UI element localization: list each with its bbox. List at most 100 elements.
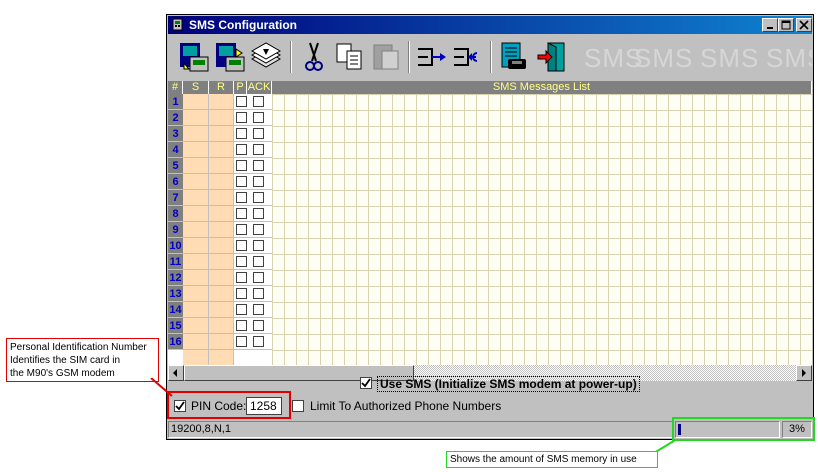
row-ack-checkbox[interactable]	[253, 320, 264, 331]
cut-icon	[305, 42, 323, 71]
checkmark-icon	[361, 378, 371, 388]
row-ack-checkbox[interactable]	[253, 224, 264, 235]
row-ack-checkbox[interactable]	[253, 256, 264, 267]
row-p-checkbox[interactable]	[236, 208, 247, 219]
sms-messages-list-area[interactable]	[272, 94, 812, 365]
toolbar-separator	[408, 41, 410, 73]
use-sms-label[interactable]: Use SMS (Initialize SMS modem at power-u…	[377, 376, 640, 392]
row-number[interactable]: 11	[168, 254, 183, 270]
row-divider	[183, 349, 272, 350]
row-ack-checkbox[interactable]	[253, 288, 264, 299]
maximize-button[interactable]	[778, 18, 794, 32]
header-row-number: #	[168, 81, 183, 94]
row-ack-checkbox[interactable]	[253, 272, 264, 283]
header-s: S	[183, 81, 209, 94]
app-icon	[171, 18, 184, 31]
row-ack-checkbox[interactable]	[253, 160, 264, 171]
row-ack-checkbox[interactable]	[253, 128, 264, 139]
row-p-checkbox[interactable]	[236, 176, 247, 187]
row-number[interactable]: 7	[168, 190, 183, 206]
callout-text: Personal Identification Number	[10, 342, 147, 353]
row-ack-checkbox[interactable]	[253, 96, 264, 107]
title-bar[interactable]: SMS Configuration	[168, 16, 812, 34]
save-to-modem-icon	[216, 43, 245, 72]
delete-row-icon	[454, 48, 478, 66]
row-number[interactable]: 16	[168, 334, 183, 350]
copy-icon	[336, 43, 362, 70]
insert-row-button[interactable]	[414, 39, 450, 75]
row-number[interactable]: 15	[168, 318, 183, 334]
pin-code-highlight	[167, 391, 291, 419]
row-number[interactable]: 13	[168, 286, 183, 302]
row-p-checkbox[interactable]	[236, 240, 247, 251]
minimize-button[interactable]	[762, 18, 778, 32]
watermark-text: SMS	[634, 43, 694, 73]
row-ack-checkbox[interactable]	[253, 112, 264, 123]
stack-icon	[250, 42, 282, 68]
arrow-right-icon	[802, 369, 806, 377]
cut-button[interactable]	[296, 39, 332, 75]
sms-configuration-window: SMS Configuration SMS SMS SMS SMS	[166, 14, 814, 440]
row-p-checkbox[interactable]	[236, 288, 247, 299]
row-ack-checkbox[interactable]	[253, 336, 264, 347]
column-divider	[208, 94, 209, 365]
row-number[interactable]: 1	[168, 94, 183, 110]
r-column	[209, 94, 234, 365]
row-ack-checkbox[interactable]	[253, 144, 264, 155]
header-r: R	[209, 81, 234, 94]
row-divider	[183, 125, 272, 126]
row-divider	[183, 157, 272, 158]
watermark-text: SMS	[766, 43, 812, 73]
row-ack-checkbox[interactable]	[253, 176, 264, 187]
save-to-modem-button[interactable]	[212, 39, 248, 75]
row-number[interactable]: 6	[168, 174, 183, 190]
paste-button[interactable]	[368, 39, 404, 75]
row-p-checkbox[interactable]	[236, 272, 247, 283]
close-button[interactable]	[796, 18, 812, 32]
exit-icon	[537, 42, 565, 72]
row-p-checkbox[interactable]	[236, 320, 247, 331]
limit-authorized-label: Limit To Authorized Phone Numbers	[310, 399, 502, 413]
row-number[interactable]: 4	[168, 142, 183, 158]
row-ack-checkbox[interactable]	[253, 304, 264, 315]
row-ack-checkbox[interactable]	[253, 208, 264, 219]
row-ack-checkbox[interactable]	[253, 240, 264, 251]
use-sms-checkbox[interactable]	[360, 377, 372, 389]
sms-messages-grid: # S R P ACK SMS Messages List 1234567891…	[168, 81, 812, 365]
phone-book-button[interactable]	[496, 39, 532, 75]
copy-button[interactable]	[332, 39, 368, 75]
limit-authorized-checkbox[interactable]	[292, 400, 304, 412]
row-divider	[183, 221, 272, 222]
exit-button[interactable]	[534, 39, 570, 75]
row-p-checkbox[interactable]	[236, 336, 247, 347]
row-ack-checkbox[interactable]	[253, 192, 264, 203]
row-number[interactable]: 10	[168, 238, 183, 254]
row-p-checkbox[interactable]	[236, 112, 247, 123]
row-divider	[183, 205, 272, 206]
toolbar-separator	[290, 41, 292, 73]
paste-icon	[373, 44, 399, 70]
row-p-checkbox[interactable]	[236, 96, 247, 107]
stack-button[interactable]	[248, 39, 284, 75]
row-p-checkbox[interactable]	[236, 256, 247, 267]
row-number[interactable]: 12	[168, 270, 183, 286]
load-from-modem-button[interactable]	[176, 39, 212, 75]
row-number[interactable]: 8	[168, 206, 183, 222]
row-number[interactable]: 3	[168, 126, 183, 142]
scroll-right-button[interactable]	[796, 365, 812, 381]
row-number[interactable]: 5	[168, 158, 183, 174]
row-number[interactable]: 9	[168, 222, 183, 238]
row-p-checkbox[interactable]	[236, 160, 247, 171]
row-p-checkbox[interactable]	[236, 144, 247, 155]
row-p-checkbox[interactable]	[236, 128, 247, 139]
header-p: P	[234, 81, 247, 94]
row-divider	[183, 141, 272, 142]
window-title: SMS Configuration	[189, 18, 297, 32]
row-p-checkbox[interactable]	[236, 192, 247, 203]
row-number[interactable]: 14	[168, 302, 183, 318]
row-p-checkbox[interactable]	[236, 304, 247, 315]
row-p-checkbox[interactable]	[236, 224, 247, 235]
row-number[interactable]: 2	[168, 110, 183, 126]
row-divider	[183, 285, 272, 286]
delete-row-button[interactable]	[450, 39, 486, 75]
